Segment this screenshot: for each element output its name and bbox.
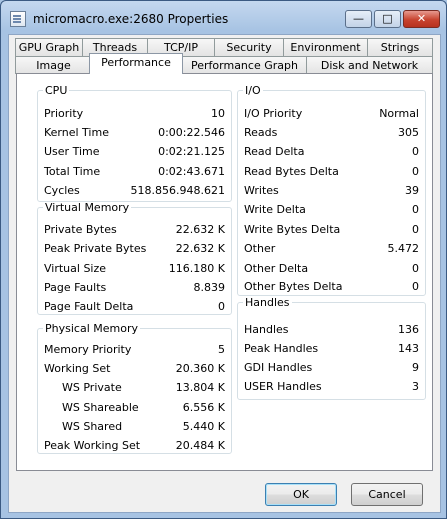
io-row-reads: Reads 305	[244, 126, 419, 139]
tab-strings[interactable]: Strings	[367, 38, 433, 56]
handles-group-title: Handles	[245, 296, 290, 309]
vm-row-page-faults: Page Faults 8.839	[44, 281, 225, 294]
ok-button[interactable]: OK	[265, 483, 337, 506]
handles-row-user-handles: USER Handles 3	[244, 380, 419, 393]
tab-security[interactable]: Security	[214, 38, 284, 56]
cpu-row-cycles: Cycles 518.856.948.621	[44, 184, 225, 197]
pm-row-ws-shared: WS Shared 5.440 K	[62, 420, 225, 433]
io-group: I/O I/O Priority Normal Reads 305 Read Del…	[237, 84, 426, 296]
physical-memory-group: Physical Memory Memory Priority 5 Working…	[37, 322, 232, 454]
cpu-group-title: CPU	[45, 84, 68, 97]
title-bar[interactable]: micromacro.exe:2680 Properties — □ ✕	[1, 1, 446, 35]
io-row-write-bytes-delta: Write Bytes Delta 0	[244, 223, 419, 236]
tab-image[interactable]: Image	[15, 56, 92, 74]
vm-row-virtual-size: Virtual Size 116.180 K	[44, 262, 225, 275]
io-group-title: I/O	[245, 84, 261, 97]
cancel-button[interactable]: Cancel	[351, 483, 423, 506]
handles-row-gdi-handles: GDI Handles 9	[244, 361, 419, 374]
io-row-other-bytes-delta: Other Bytes Delta 0	[244, 280, 419, 293]
virtual-memory-group: Virtual Memory Private Bytes 22.632 K Pea…	[37, 201, 232, 315]
tab-gpu-graph[interactable]: GPU Graph	[15, 38, 83, 56]
io-row-read-delta: Read Delta 0	[244, 145, 419, 158]
io-row-priority: I/O Priority Normal	[244, 107, 419, 120]
cpu-row-priority: Priority 10	[44, 107, 225, 120]
vm-row-private-bytes: Private Bytes 22.632 K	[44, 223, 225, 236]
io-row-writes: Writes 39	[244, 184, 419, 197]
pm-row-memory-priority: Memory Priority 5	[44, 343, 225, 356]
io-row-other-delta: Other Delta 0	[244, 262, 419, 275]
physical-memory-group-title: Physical Memory	[45, 322, 138, 335]
tab-performance-graph[interactable]: Performance Graph	[182, 56, 307, 74]
vm-row-page-fault-delta: Page Fault Delta 0	[44, 300, 225, 313]
performance-panel: CPU Priority 10 Kernel Time 0:00:22.546 Us…	[16, 73, 433, 471]
window-title: micromacro.exe:2680 Properties	[33, 12, 229, 26]
close-button[interactable]: ✕	[403, 10, 440, 28]
pm-row-ws-shareable: WS Shareable 6.556 K	[62, 401, 225, 414]
cpu-group: CPU Priority 10 Kernel Time 0:00:22.546 Us…	[37, 84, 232, 202]
pm-row-ws-private: WS Private 13.804 K	[62, 381, 225, 394]
virtual-memory-group-title: Virtual Memory	[45, 201, 130, 214]
maximize-button[interactable]: □	[374, 10, 401, 28]
minimize-button[interactable]: —	[345, 10, 372, 28]
io-row-other: Other 5.472	[244, 242, 419, 255]
window-icon	[10, 11, 26, 27]
properties-window: micromacro.exe:2680 Properties — □ ✕ GPU…	[0, 0, 447, 519]
tab-environment[interactable]: Environment	[283, 38, 368, 56]
handles-row-handles: Handles 136	[244, 323, 419, 336]
io-row-read-bytes-delta: Read Bytes Delta 0	[244, 165, 419, 178]
handles-row-peak-handles: Peak Handles 143	[244, 342, 419, 355]
tab-performance[interactable]: Performance	[89, 53, 183, 74]
io-row-write-delta: Write Delta 0	[244, 203, 419, 216]
tab-disk-and-network[interactable]: Disk and Network	[306, 56, 433, 74]
cpu-row-kernel-time: Kernel Time 0:00:22.546	[44, 126, 225, 139]
pm-row-working-set: Working Set 20.360 K	[44, 362, 225, 375]
vm-row-peak-private-bytes: Peak Private Bytes 22.632 K	[44, 242, 225, 255]
cpu-row-user-time: User Time 0:02:21.125	[44, 145, 225, 158]
cpu-row-total-time: Total Time 0:02:43.671	[44, 165, 225, 178]
pm-row-peak-working-set: Peak Working Set 20.484 K	[44, 439, 225, 452]
handles-group: Handles Handles 136 Peak Handles 143 GDI H…	[237, 296, 426, 400]
dialog-body: GPU Graph Threads TCP/IP Security Enviro…	[8, 34, 441, 513]
